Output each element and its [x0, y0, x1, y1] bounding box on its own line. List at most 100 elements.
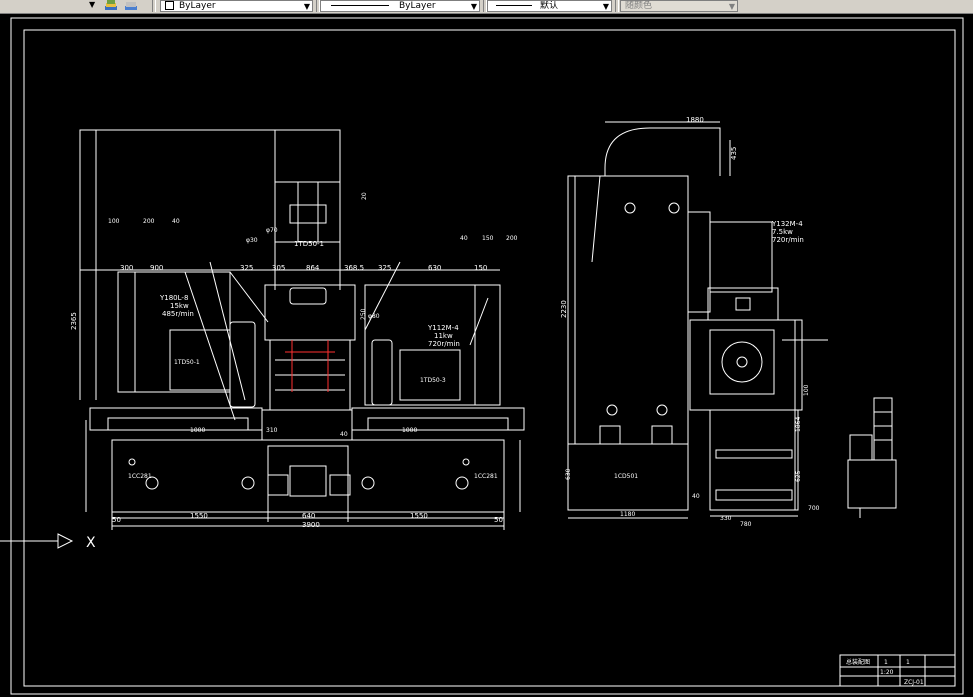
side-view-top-arc: [604, 127, 721, 176]
front-top-dim: 300: [120, 264, 133, 272]
right-motor-box: [371, 339, 393, 406]
center-worktable: [261, 409, 353, 441]
properties-toolbar: ▼ ByLayer ▼ ByLayer ▼ 默认 ▼ 随颜色 ▼: [0, 0, 973, 14]
right-slide-table: [351, 407, 525, 431]
title-cell: 1: [906, 659, 910, 666]
ucs-x-label: X: [86, 535, 96, 551]
left-motor-box: [229, 321, 256, 408]
side-base-label: 1CD501: [614, 473, 638, 480]
side-right-dim: 435: [730, 147, 738, 160]
chevron-down-icon[interactable]: ▼: [304, 1, 310, 11]
lineweight-control-value: 默认: [540, 1, 559, 11]
front-top-dim: 305: [272, 264, 285, 272]
front-top-dim: 150: [474, 264, 487, 272]
coolant-tank: [847, 459, 897, 509]
left-motor-speed: 485r/min: [162, 310, 194, 318]
left-slide-table: [89, 407, 263, 431]
side-view: [567, 121, 897, 519]
lineweight-control-dropdown[interactable]: 默认 ▼: [487, 0, 612, 12]
side-view-column: [567, 175, 689, 445]
toolbar-separator: [152, 0, 156, 12]
side-motor-speed: 720r/min: [772, 236, 804, 244]
coolant-pump: [873, 397, 893, 461]
side-view-motor: [709, 221, 773, 293]
front-top-dim: 368.5: [344, 264, 364, 272]
base-label-left: 1CC281: [128, 473, 152, 480]
front-top-dim: 325: [240, 264, 253, 272]
right-table-dim: 200: [506, 235, 518, 242]
left-table-dim: 200: [143, 218, 155, 225]
chevron-down-icon: ▼: [728, 2, 735, 11]
front-view-left-frame: [79, 129, 276, 271]
front-height-dim: 2365: [70, 312, 78, 330]
right-motor-model: Y112M-4: [427, 324, 459, 332]
front-top-dim: 864: [306, 264, 320, 272]
side-vertical-dim: 625: [795, 470, 802, 482]
left-table-dim: 100: [108, 218, 120, 225]
sheet-outer-border: [10, 17, 964, 695]
pitch-label: φ30: [246, 237, 258, 244]
chevron-down-icon[interactable]: ▼: [89, 0, 95, 9]
title-cell: 1: [884, 659, 888, 666]
upper-head-label: 1TD50-1: [294, 240, 324, 248]
front-bottom-dim: 1550: [410, 512, 428, 520]
column-top: [274, 129, 341, 183]
left-head-label: 1TD50-1: [174, 359, 200, 366]
color-control-value: ByLayer: [179, 1, 216, 11]
linetype-control-value: ByLayer: [399, 1, 436, 11]
drawing-canvas[interactable]: 300 900 325 305 864 368.5 325 630 150 50…: [0, 13, 973, 697]
side-vertical-dim: 100: [803, 384, 810, 396]
side-top-dim: 1880: [686, 116, 704, 124]
side-vertical-dim: 630: [565, 468, 572, 480]
front-top-dim: 325: [378, 264, 391, 272]
side-bottom-dim: 780: [740, 521, 752, 528]
side-vertical-dim: 40: [692, 493, 700, 500]
toolbar-separator: [615, 0, 619, 12]
sheet-inner-border: [23, 29, 956, 687]
right-motor-speed: 720r/min: [428, 340, 460, 348]
front-top-dim: 630: [428, 264, 441, 272]
pitch-label: φ70: [266, 227, 278, 234]
right-head-label: 1TD50-3: [420, 377, 446, 384]
base-label-right: 1CC281: [474, 473, 498, 480]
layer-stack-icon[interactable]: [104, 0, 118, 12]
front-overall-width: 3900: [302, 521, 320, 529]
left-motor-model: Y180L-8: [159, 294, 188, 302]
plotstyle-control-dropdown: 随颜色 ▼: [620, 0, 738, 12]
front-bottom-dim: 1550: [190, 512, 208, 520]
front-top-dim: 900: [150, 264, 163, 272]
spindle-box: [264, 284, 356, 341]
side-vertical-dim: 1864: [795, 417, 802, 432]
color-swatch-icon: [165, 1, 174, 10]
chevron-down-icon[interactable]: ▼: [603, 1, 609, 11]
title-cell: 总装配图: [846, 658, 870, 666]
front-bottom-dim: 640: [302, 512, 315, 520]
front-bottom-dim: 50: [494, 516, 503, 524]
side-height-dim: 2230: [560, 300, 568, 318]
plotstyle-control-value: 随颜色: [625, 1, 653, 11]
pitch-label: φ80: [368, 313, 380, 320]
layer-states-icon[interactable]: [124, 0, 138, 12]
left-slide-dim: 1000: [190, 427, 205, 434]
upper-head-box: [274, 181, 341, 243]
right-motor-power: 11kw: [434, 332, 453, 340]
chevron-down-icon[interactable]: ▼: [471, 1, 477, 11]
right-slide-dim: 1000: [402, 427, 417, 434]
side-bottom-dim: 330: [720, 515, 732, 522]
front-bottom-dim: 50: [112, 516, 121, 524]
title-cell: 1:20: [880, 669, 894, 676]
linetype-sample: [331, 5, 389, 6]
right-table-dim: 40: [460, 235, 468, 242]
small-dim: 250: [360, 308, 367, 320]
left-power-head: [134, 271, 231, 393]
lineweight-sample: [496, 5, 532, 6]
linetype-control-dropdown[interactable]: ByLayer ▼: [320, 0, 480, 12]
small-dim: 40: [340, 431, 348, 438]
left-table-dim: 40: [172, 218, 180, 225]
left-motor-power: 15kw: [170, 302, 189, 310]
small-dim: 310: [266, 427, 278, 434]
front-base: [111, 439, 505, 513]
color-control-dropdown[interactable]: ByLayer ▼: [160, 0, 313, 12]
title-cell: ZCJ-01: [904, 679, 924, 686]
side-bottom-dim: 1180: [620, 511, 635, 518]
